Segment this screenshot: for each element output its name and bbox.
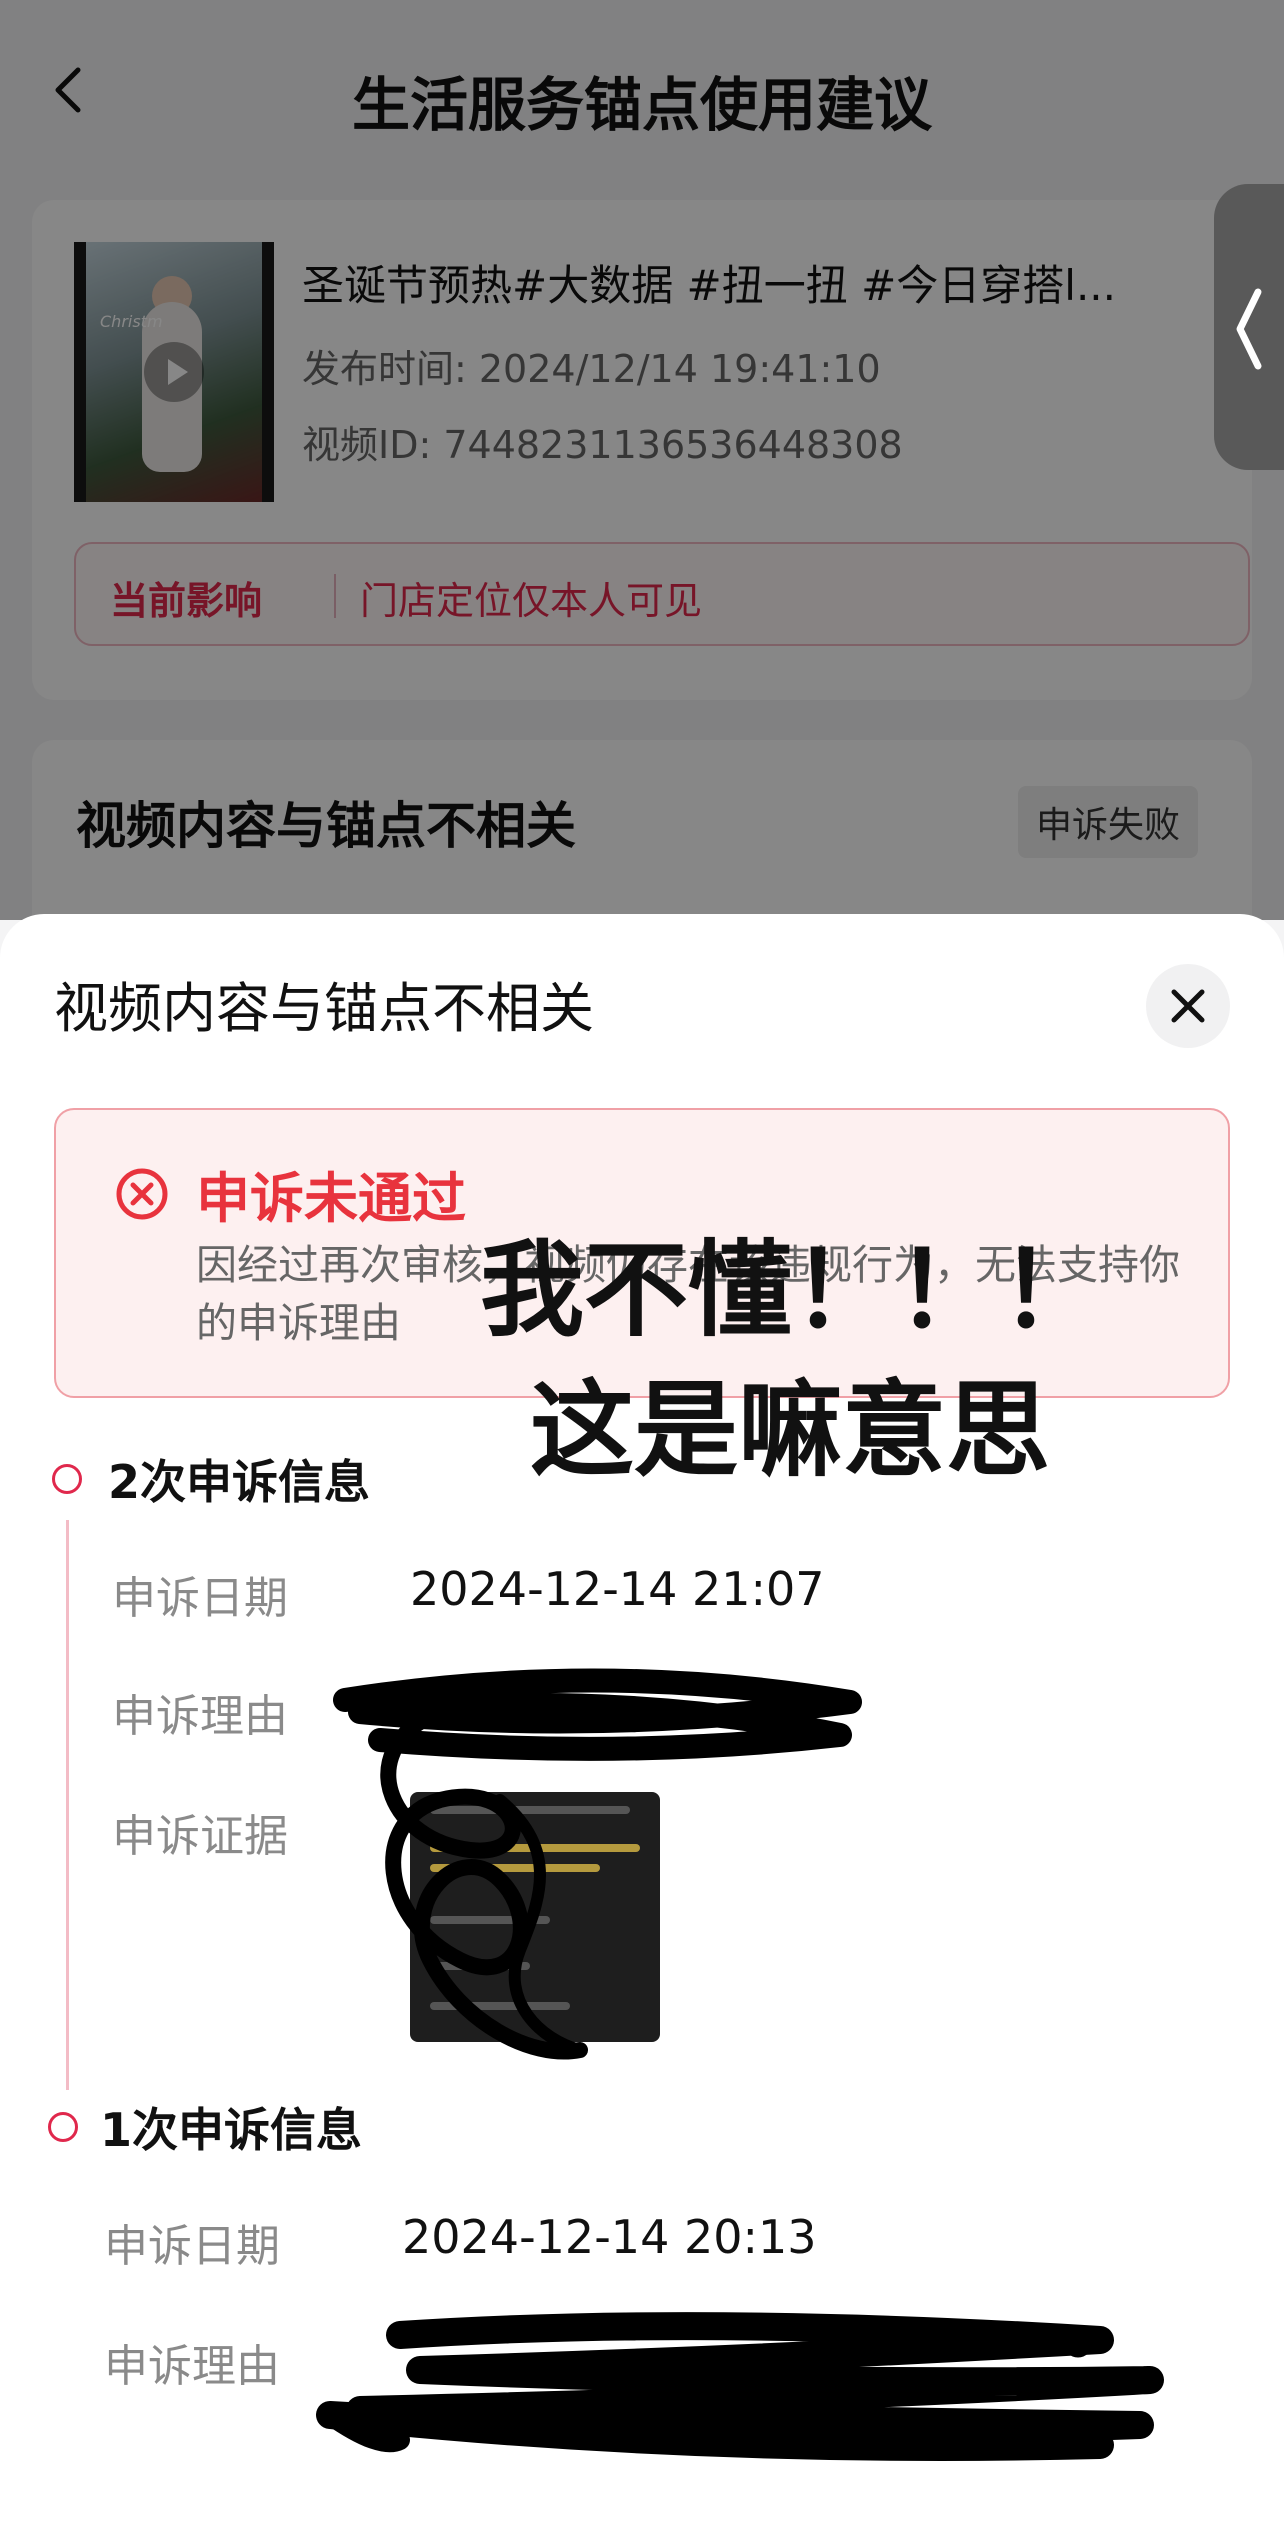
error-circle-icon xyxy=(116,1168,168,1220)
appeal-1-date: 2024-12-14 20:13 xyxy=(402,2210,817,2264)
appeal-1-date-label: 申诉日期 xyxy=(104,2221,280,2272)
appeal-evidence-image[interactable] xyxy=(410,1792,660,2042)
evidence-caption xyxy=(430,1844,640,1852)
evidence-tabbar xyxy=(430,1806,630,1814)
appeal-2-reason-label: 申诉理由 xyxy=(112,1691,288,1742)
evidence-comment xyxy=(430,2002,570,2010)
close-icon xyxy=(1171,989,1205,1023)
evidence-comment xyxy=(430,1916,550,1924)
timeline-dot xyxy=(52,1464,82,1494)
side-drawer-handle[interactable] xyxy=(1214,184,1284,470)
appeal-1-reason-label: 申诉理由 xyxy=(104,2341,280,2392)
modal-backdrop[interactable] xyxy=(0,0,1284,920)
appeal-2-date: 2024-12-14 21:07 xyxy=(410,1562,825,1616)
overlay-line-2: 这是嘛意思 xyxy=(530,1369,1051,1491)
appeal-2-date-label: 申诉日期 xyxy=(112,1573,288,1624)
fail-title: 申诉未通过 xyxy=(196,1167,466,1230)
timeline-line xyxy=(66,1520,69,2090)
timeline-dot xyxy=(48,2112,78,2142)
overlay-annotation: 我不懂！！！ 这是嘛意思 xyxy=(480,1220,1104,1500)
appeal-2-heading: 2次申诉信息 xyxy=(108,1455,371,1509)
appeal-2-evidence-label: 申诉证据 xyxy=(112,1811,288,1862)
evidence-caption xyxy=(430,1864,600,1872)
overlay-line-1: 我不懂！！！ xyxy=(480,1229,1105,1351)
sheet-title: 视频内容与锚点不相关 xyxy=(54,977,594,1040)
appeal-1-heading: 1次申诉信息 xyxy=(100,2103,363,2157)
chevron-left-icon xyxy=(1236,288,1262,370)
evidence-comment xyxy=(430,1962,530,1970)
close-button[interactable] xyxy=(1146,964,1230,1048)
